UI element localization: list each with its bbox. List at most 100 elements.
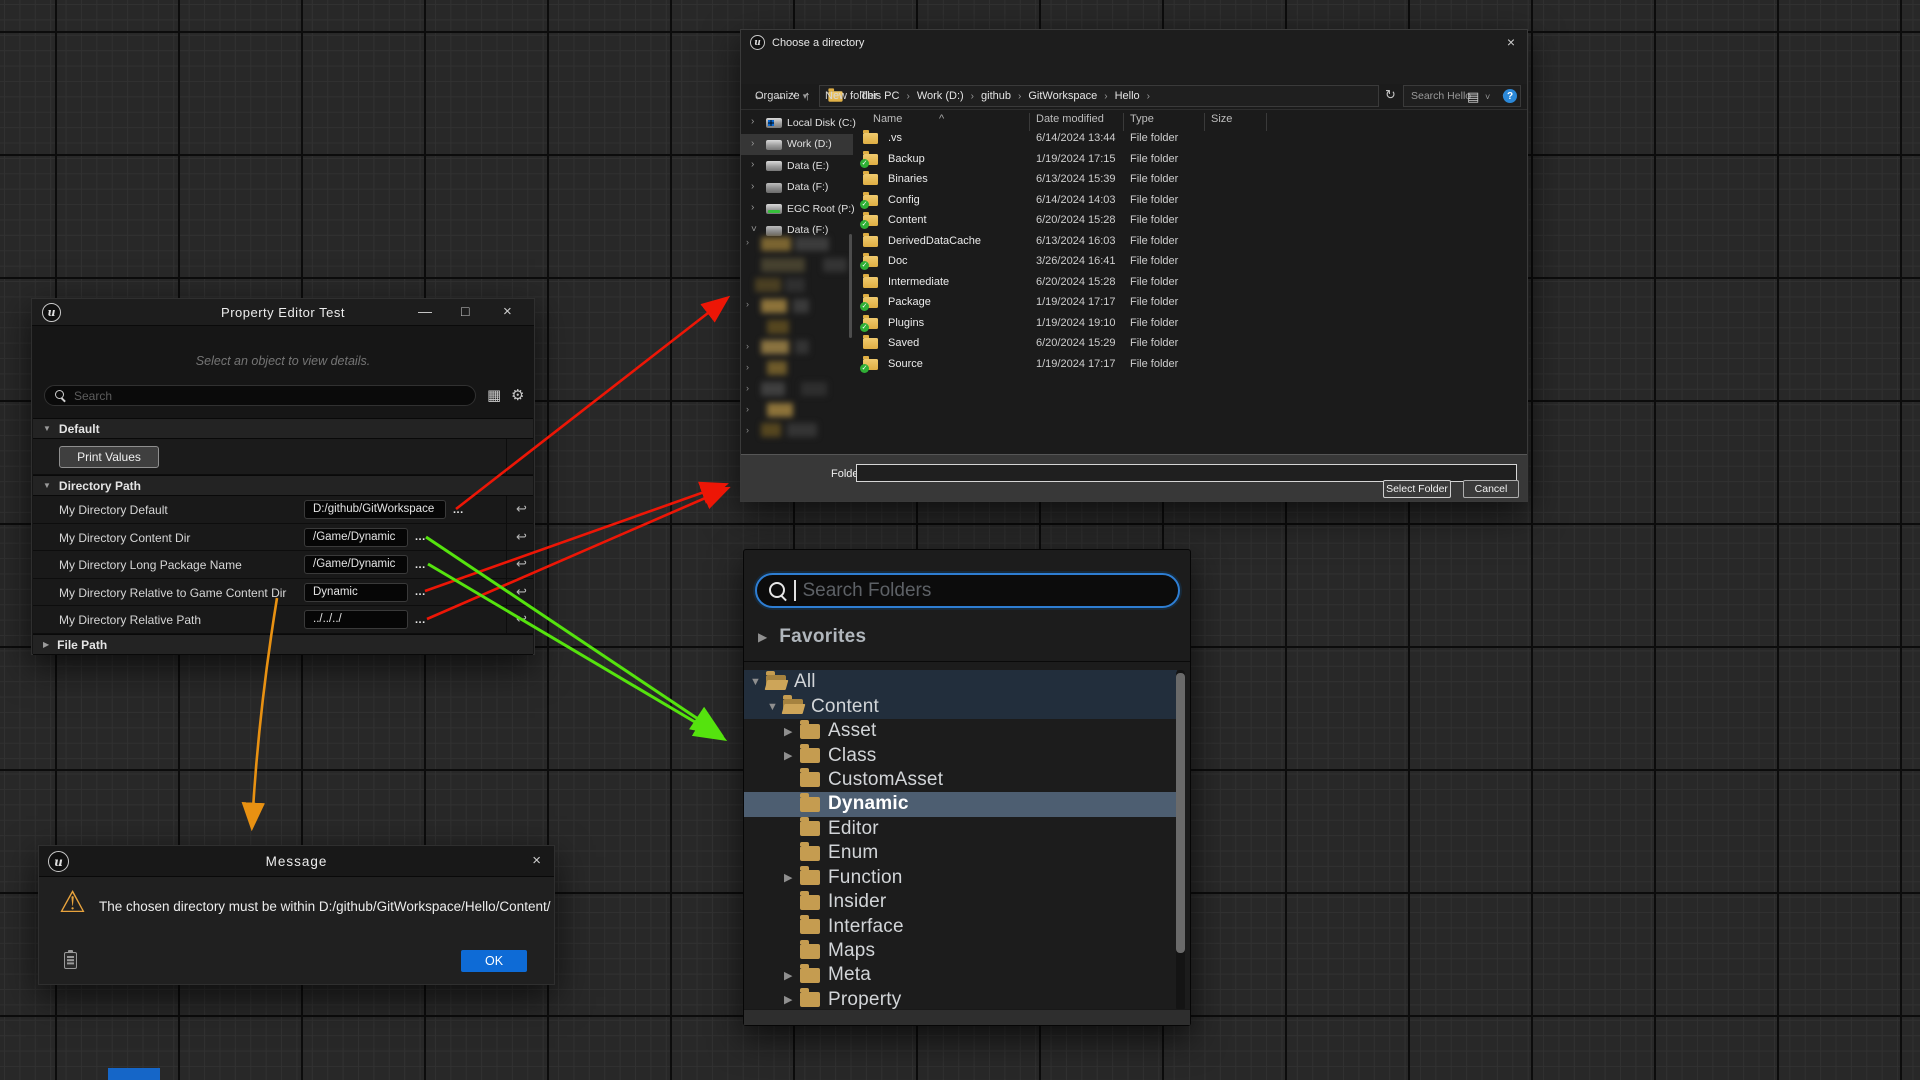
- tree-folder-row[interactable]: ▶ Function: [744, 866, 1177, 890]
- column-header-type[interactable]: Type: [1130, 113, 1154, 125]
- more-options-button[interactable]: ...: [415, 532, 426, 542]
- expand-triangle-icon[interactable]: ▶: [43, 640, 49, 649]
- copy-message-clipboard-icon[interactable]: [64, 952, 77, 969]
- minimize-button[interactable]: —: [418, 303, 432, 319]
- folder-name: All: [794, 671, 816, 693]
- file-date-modified: 1/19/2024 17:17: [1036, 296, 1116, 308]
- property-value-field[interactable]: /Game/Dynamic: [304, 528, 408, 547]
- window-titlebar[interactable]: u Property Editor Test — □ ×: [32, 299, 534, 326]
- tree-folder-row[interactable]: Maps: [744, 939, 1177, 963]
- property-label: My Directory Default: [59, 503, 168, 517]
- list-view-icon[interactable]: ▤: [1467, 89, 1479, 105]
- new-folder-button[interactable]: New folder: [825, 90, 878, 102]
- folder-tree: ▼ All ▼ Content ▶ Asset ▶ Class: [744, 670, 1177, 1012]
- file-row[interactable]: Binaries 6/13/2024 15:39 File folder: [741, 169, 1525, 190]
- close-icon[interactable]: ×: [532, 852, 541, 869]
- folder-search-box[interactable]: [755, 573, 1180, 608]
- settings-gear-icon[interactable]: ⚙: [511, 386, 524, 404]
- organize-button[interactable]: Organize ▾: [755, 90, 807, 102]
- close-icon[interactable]: ×: [1507, 34, 1515, 50]
- select-folder-button[interactable]: Select Folder: [1383, 480, 1451, 498]
- folder-icon: [800, 821, 820, 836]
- expander-icon[interactable]: ▶: [784, 725, 800, 738]
- section-directory-path[interactable]: ▼ Directory Path: [33, 475, 533, 496]
- file-name: Binaries: [888, 173, 928, 185]
- folder-name-input[interactable]: [857, 465, 1516, 481]
- collapse-triangle-icon[interactable]: ▼: [43, 481, 51, 490]
- file-row[interactable]: Content 6/20/2024 15:28 File folder: [741, 210, 1525, 231]
- file-date-modified: 6/20/2024 15:28: [1036, 276, 1116, 288]
- folder-icon: [800, 870, 820, 885]
- expander-icon[interactable]: ▶: [784, 969, 800, 982]
- file-row[interactable]: Saved 6/20/2024 15:29 File folder: [741, 333, 1525, 354]
- file-row[interactable]: DerivedDataCache 6/13/2024 16:03 File fo…: [741, 231, 1525, 252]
- reset-to-default-button[interactable]: ↩: [516, 501, 527, 517]
- section-file-path[interactable]: ▶ File Path: [33, 634, 533, 655]
- scrollbar-thumb[interactable]: [1176, 673, 1185, 953]
- more-options-button[interactable]: ...: [453, 505, 464, 515]
- file-row[interactable]: Intermediate 6/20/2024 15:28 File folder: [741, 272, 1525, 293]
- help-icon[interactable]: ?: [1503, 89, 1517, 103]
- tree-folder-row[interactable]: ▶ Meta: [744, 963, 1177, 987]
- file-row[interactable]: Source 1/19/2024 17:17 File folder: [741, 354, 1525, 375]
- folder-icon: [863, 154, 878, 165]
- folder-icon: [863, 297, 878, 308]
- tree-folder-row[interactable]: Dynamic: [744, 792, 1177, 816]
- reset-to-default-button[interactable]: ↩: [516, 611, 527, 627]
- expander-icon[interactable]: ▶: [784, 871, 800, 884]
- section-default[interactable]: ▼ Default: [33, 418, 533, 439]
- property-value-field[interactable]: ../../../: [304, 610, 408, 629]
- display-filter-icon[interactable]: ▦: [487, 386, 501, 404]
- chevron-down-icon[interactable]: ˅: [1485, 92, 1490, 102]
- maximize-button[interactable]: □: [461, 303, 469, 319]
- more-options-button[interactable]: ...: [415, 615, 426, 625]
- tree-folder-row[interactable]: ▶ Asset: [744, 719, 1177, 743]
- property-value-field[interactable]: /Game/Dynamic: [304, 555, 408, 574]
- tree-folder-row[interactable]: Interface: [744, 914, 1177, 938]
- property-value-field[interactable]: Dynamic: [304, 583, 408, 602]
- more-options-button[interactable]: ...: [415, 560, 426, 570]
- more-options-button[interactable]: ...: [415, 587, 426, 597]
- cancel-button[interactable]: Cancel: [1463, 480, 1519, 498]
- column-header-size[interactable]: Size: [1211, 113, 1232, 125]
- file-row[interactable]: Config 6/14/2024 14:03 File folder: [741, 190, 1525, 211]
- file-row[interactable]: Doc 3/26/2024 16:41 File folder: [741, 251, 1525, 272]
- file-type: File folder: [1130, 337, 1178, 349]
- expander-icon[interactable]: ▼: [750, 676, 766, 688]
- expander-icon[interactable]: ▼: [767, 701, 783, 713]
- tree-folder-row[interactable]: Enum: [744, 841, 1177, 865]
- close-icon[interactable]: ×: [503, 303, 512, 320]
- column-header-name[interactable]: Name: [873, 113, 902, 125]
- tree-folder-row[interactable]: Insider: [744, 890, 1177, 914]
- desktop-grid-background: u Choose a directory × ← → ˅ ↑ › This PC…: [0, 0, 1920, 1080]
- tree-folder-row[interactable]: ▼ All: [744, 670, 1177, 694]
- tree-folder-row[interactable]: ▶ Class: [744, 743, 1177, 767]
- folder-name: Editor: [828, 818, 879, 840]
- details-search-box[interactable]: [44, 385, 476, 406]
- expander-icon[interactable]: ▶: [784, 993, 800, 1006]
- file-row[interactable]: Backup 1/19/2024 17:15 File folder: [741, 149, 1525, 170]
- tree-folder-row[interactable]: Editor: [744, 817, 1177, 841]
- dialog-titlebar[interactable]: u Choose a directory ×: [741, 30, 1527, 56]
- expand-triangle-icon[interactable]: ▶: [758, 630, 767, 644]
- tree-folder-row[interactable]: ▼ Content: [744, 694, 1177, 718]
- file-type: File folder: [1130, 173, 1178, 185]
- reset-to-default-button[interactable]: ↩: [516, 556, 527, 572]
- ok-button[interactable]: OK: [461, 950, 527, 972]
- collapse-triangle-icon[interactable]: ▼: [43, 424, 51, 433]
- file-row[interactable]: .vs 6/14/2024 13:44 File folder: [741, 128, 1525, 149]
- favorites-section[interactable]: ▶ Favorites: [758, 626, 866, 648]
- details-search-input[interactable]: [74, 389, 465, 403]
- file-row[interactable]: Package 1/19/2024 17:17 File folder: [741, 292, 1525, 313]
- file-name: Config: [888, 194, 920, 206]
- expander-icon[interactable]: ▶: [784, 749, 800, 762]
- reset-to-default-button[interactable]: ↩: [516, 529, 527, 545]
- file-row[interactable]: Plugins 1/19/2024 19:10 File folder: [741, 313, 1525, 334]
- property-value-field[interactable]: D:/github/GitWorkspace: [304, 500, 446, 519]
- tree-folder-row[interactable]: CustomAsset: [744, 768, 1177, 792]
- reset-to-default-button[interactable]: ↩: [516, 584, 527, 600]
- folder-search-input[interactable]: [803, 580, 1167, 602]
- print-values-button[interactable]: Print Values: [59, 446, 159, 468]
- dialog-titlebar[interactable]: u Message ×: [39, 846, 554, 877]
- column-header-date[interactable]: Date modified: [1036, 113, 1104, 125]
